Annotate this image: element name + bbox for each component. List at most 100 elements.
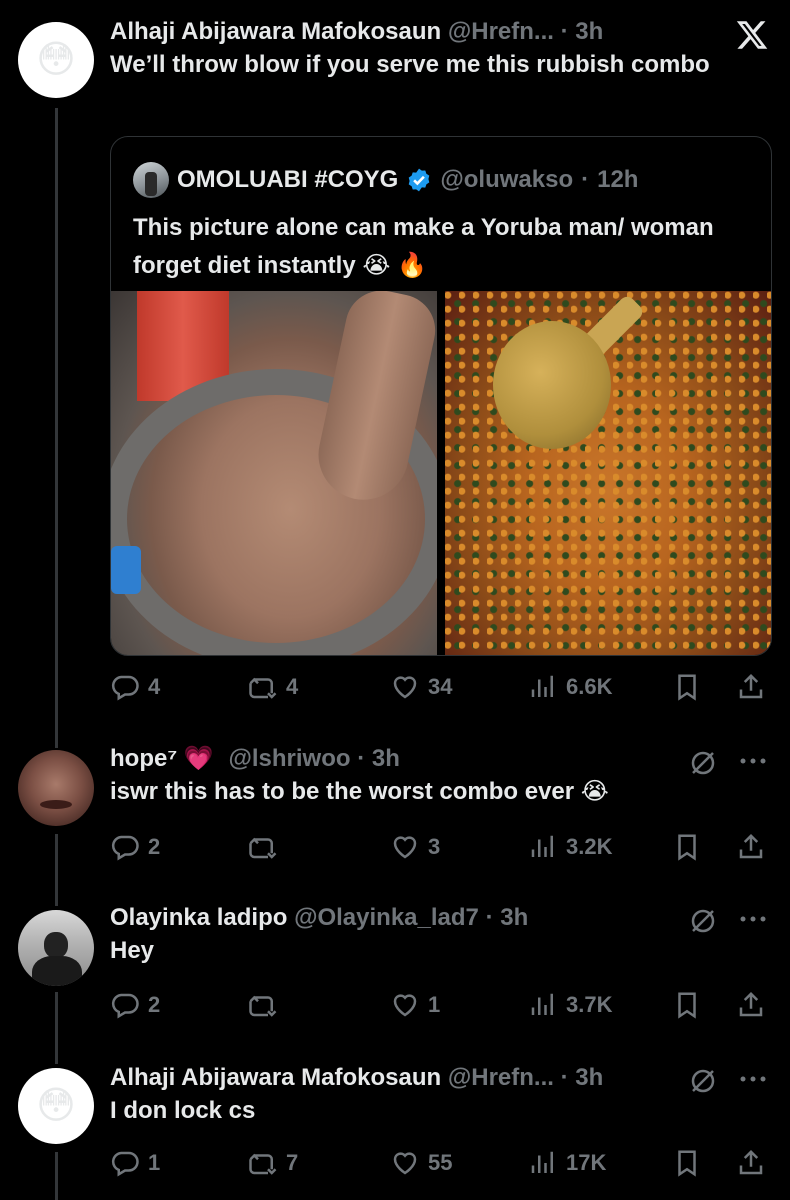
repost-button[interactable]: 4 [248, 670, 298, 704]
thread-line [55, 834, 58, 906]
views-button[interactable]: 3.2K [528, 830, 612, 864]
post-actions: 2 3 3.2K [110, 830, 770, 864]
post-actions: 1 7 55 17K [110, 1146, 770, 1180]
like-button[interactable]: 34 [390, 670, 452, 704]
reply-post[interactable]: Alhaji Abijawara Mafokosaun @Hrefn... · … [110, 1064, 772, 1128]
reply-count: 2 [148, 992, 161, 1017]
display-name[interactable]: Alhaji Abijawara Mafokosaun [110, 1064, 441, 1091]
separator: · [560, 1064, 569, 1091]
share-button[interactable] [736, 988, 766, 1022]
like-button[interactable]: 1 [390, 988, 440, 1022]
reply-button[interactable]: 2 [110, 830, 160, 864]
display-name[interactable]: Olayinka ladipo [110, 904, 287, 931]
share-button[interactable] [736, 830, 766, 864]
post-text: I don lock cs [110, 1097, 256, 1124]
share-button[interactable] [736, 1146, 766, 1180]
handle[interactable]: @Hrefn... [448, 18, 554, 45]
bookmark-button[interactable] [672, 988, 702, 1022]
post-header: Alhaji Abijawara Mafokosaun @Hrefn... · … [110, 1064, 772, 1092]
views-button[interactable]: 3.7K [528, 988, 612, 1022]
bookmark-icon [678, 992, 696, 1019]
post-header: Alhaji Abijawara Mafokosaun @Hrefn... · … [110, 18, 772, 46]
reply-button[interactable]: 1 [110, 1146, 160, 1180]
like-button[interactable]: 55 [390, 1146, 452, 1180]
post-text: We’ll throw blow if you serve me this ru… [110, 51, 710, 78]
reply-button[interactable]: 4 [110, 670, 160, 704]
more-dots-icon[interactable] [738, 756, 768, 766]
timestamp[interactable]: 3h [575, 1064, 603, 1091]
bookmark-icon [678, 834, 696, 861]
post-header: hope⁷ 💗 @lshriwoo · 3h [110, 744, 772, 773]
avatar[interactable] [18, 750, 94, 826]
view-count: 6.6K [566, 674, 613, 699]
repost-count: 4 [286, 674, 299, 699]
separator: · [485, 904, 494, 931]
post-actions: 2 1 3.7K [110, 988, 770, 1022]
views-button[interactable]: 17K [528, 1146, 606, 1180]
timestamp: 12h [597, 166, 639, 193]
post-text: iswr this has to be the worst combo ever… [110, 778, 609, 805]
view-count: 17K [566, 1150, 607, 1175]
reply-bubble-icon [111, 1151, 139, 1177]
share-upload-icon [739, 833, 763, 859]
ladle-shape [493, 321, 611, 449]
separator: · [357, 745, 366, 772]
handle[interactable]: @Olayinka_lad7 [294, 904, 479, 931]
reply-bubble-icon [111, 835, 139, 861]
post-main[interactable]: Alhaji Abijawara Mafokosaun @Hrefn... · … [110, 18, 772, 82]
bookmark-button[interactable] [672, 830, 702, 864]
share-button[interactable] [736, 670, 766, 704]
timestamp[interactable]: 3h [575, 18, 603, 45]
bookmark-icon [678, 674, 696, 701]
handle[interactable]: @Hrefn... [448, 1064, 554, 1091]
more-dots-icon[interactable] [738, 914, 768, 924]
views-button[interactable]: 6.6K [528, 670, 612, 704]
reply-button[interactable]: 2 [110, 988, 160, 1022]
display-name[interactable]: Alhaji Abijawara Mafokosaun [110, 18, 441, 45]
separator: · [560, 18, 569, 45]
reply-post[interactable]: Olayinka ladipo @Olayinka_lad7 · 3h Hey [110, 904, 772, 968]
bookmark-button[interactable] [672, 670, 702, 704]
bookmark-icon [678, 1150, 696, 1177]
views-bar-chart-icon [531, 993, 553, 1015]
repost-arrows-icon [249, 677, 277, 699]
view-count: 3.2K [566, 834, 613, 859]
reply-post[interactable]: hope⁷ 💗 @lshriwoo · 3h iswr this has to … [110, 744, 772, 809]
grok-slash-circle-icon[interactable] [688, 1066, 718, 1096]
views-bar-chart-icon [531, 675, 553, 697]
post-text: Hey [110, 937, 155, 964]
avatar[interactable] [18, 910, 94, 986]
avatar[interactable]: 😳 [18, 22, 94, 98]
heart-icon [393, 836, 417, 859]
reply-count: 2 [148, 834, 161, 859]
grok-slash-circle-icon[interactable] [688, 906, 718, 936]
timestamp[interactable]: 3h [500, 904, 528, 931]
amala-dough-in-bowl-photo[interactable] [111, 291, 437, 655]
handle[interactable]: @lshriwoo [228, 745, 350, 772]
reply-bubble-icon [111, 675, 139, 701]
repost-button[interactable] [248, 830, 286, 864]
repost-button[interactable]: 7 [248, 1146, 298, 1180]
astonished-face-emoji: 😳 [36, 39, 76, 81]
share-upload-icon [739, 991, 763, 1017]
quoted-post-header: OMOLUABI #COYG @oluwakso · 12h [133, 162, 638, 198]
share-upload-icon [739, 673, 763, 699]
heart-icon [393, 676, 417, 699]
reply-bubble-icon [111, 993, 139, 1019]
handle: @oluwakso [440, 166, 574, 193]
timestamp[interactable]: 3h [372, 745, 400, 772]
cup-shape [111, 546, 141, 594]
display-name[interactable]: hope⁷ 💗 [110, 745, 214, 772]
repost-arrows-icon [249, 837, 277, 859]
avatar[interactable]: 😳 [18, 1068, 94, 1144]
grok-slash-circle-icon[interactable] [688, 748, 718, 778]
quoted-post[interactable]: OMOLUABI #COYG @oluwakso · 12h This pict… [110, 136, 772, 656]
ewedu-egusi-soup-with-ladle-photo[interactable] [445, 291, 771, 655]
like-button[interactable]: 3 [390, 830, 440, 864]
more-dots-icon[interactable] [738, 1074, 768, 1084]
like-count: 1 [428, 992, 441, 1017]
bookmark-button[interactable] [672, 1146, 702, 1180]
repost-button[interactable] [248, 988, 286, 1022]
share-upload-icon [739, 1149, 763, 1175]
like-count: 34 [428, 674, 453, 699]
